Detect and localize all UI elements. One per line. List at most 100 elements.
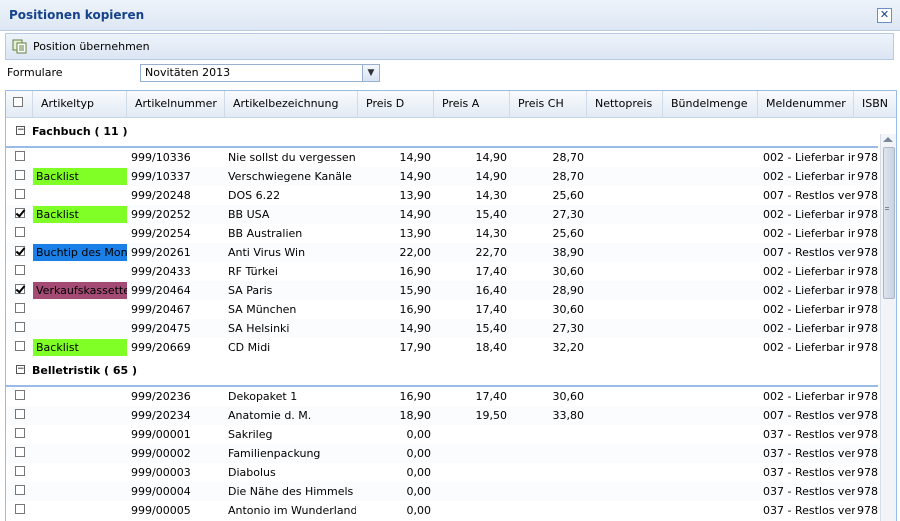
table-row[interactable]: 999/20248 DOS 6.22 13,90 14,30 25,60 007 - Re… — [6, 186, 878, 205]
table-row[interactable]: 999/20254 BB Australien 13,90 14,30 25,60 002… — [6, 224, 878, 243]
cell-preis-a: 17,40 — [475, 303, 508, 316]
row-checkbox[interactable] — [15, 265, 25, 275]
cell-artikelbezeichnung: RF Türkei — [228, 265, 278, 278]
cell-preis-ch — [513, 425, 584, 444]
row-checkbox[interactable] — [15, 409, 25, 419]
collapse-icon[interactable]: − — [16, 126, 25, 135]
cell-preis-d: 0,00 — [406, 447, 432, 460]
table-row[interactable]: 999/20475 SA Helsinki 14,90 15,40 27,30 002 -… — [6, 319, 878, 338]
row-checkbox[interactable] — [15, 227, 25, 237]
select-all-checkbox[interactable] — [13, 97, 23, 107]
cell-isbn: 978 — [857, 284, 878, 297]
row-checkbox[interactable] — [15, 341, 25, 351]
cell-preis-ch: 33,80 — [552, 409, 585, 422]
cell-artikelbezeichnung: BB USA — [228, 208, 270, 221]
table-row[interactable]: Buchtip des Monats 999/20261 Anti Virus Wi… — [6, 243, 878, 262]
artikeltyp-tag: Verkaufskassette — [33, 282, 127, 299]
cell-preis-ch: 38,90 — [552, 246, 585, 259]
vertical-scrollbar[interactable] — [880, 134, 896, 521]
row-checkbox[interactable] — [15, 284, 25, 294]
cell-meldenummer: 037 - Restlos vergri — [763, 428, 855, 441]
close-icon[interactable]: ✕ — [877, 8, 892, 23]
cell-preis-a: 17,40 — [475, 390, 508, 403]
cell-meldenummer: 002 - Lieferbar inne — [763, 208, 855, 221]
cell-preis-ch: 27,30 — [552, 322, 585, 335]
scrollbar-thumb[interactable] — [883, 147, 895, 299]
cell-preis-d: 0,00 — [406, 428, 432, 441]
column-header-meldenummer[interactable]: Meldenummer — [758, 91, 854, 117]
cell-isbn: 978 — [857, 303, 878, 316]
row-checkbox[interactable] — [15, 466, 25, 476]
table-row[interactable]: 999/20234 Anatomie d. M. 18,90 19,50 33,80 00… — [6, 406, 878, 425]
table-row[interactable]: Backlist 999/10337 Verschwiegene Kanäle 14,… — [6, 167, 878, 186]
cell-meldenummer: 002 - Lieferbar inne — [763, 303, 855, 316]
group-title: Fachbuch ( 11 ) — [32, 125, 128, 138]
cell-preis-d: 0,00 — [406, 466, 432, 479]
cell-artikelbezeichnung: Sakrileg — [228, 428, 273, 441]
select-all-header[interactable] — [6, 91, 33, 117]
column-header-isbn[interactable]: ISBN — [854, 91, 896, 117]
collapse-icon[interactable]: − — [16, 365, 25, 374]
column-header-artikeltyp[interactable]: Artikeltyp — [33, 91, 127, 117]
column-header-preis-ch[interactable]: Preis CH — [510, 91, 587, 117]
cell-preis-d: 0,00 — [406, 504, 432, 517]
cell-preis-ch — [513, 501, 584, 520]
column-header-bündelmenge[interactable]: Bündelmenge — [663, 91, 758, 117]
row-checkbox[interactable] — [15, 485, 25, 495]
table-row[interactable]: 999/00003 Diabolus 0,00 037 - Restlos vergr… — [6, 463, 878, 482]
chevron-down-icon[interactable]: ▼ — [362, 65, 379, 81]
cell-meldenummer: 007 - Restlos vergri — [763, 409, 855, 422]
cell-artikelbezeichnung: Die Nähe des Himmels — [228, 485, 354, 498]
table-row[interactable]: Verkaufskassette 999/20464 SA Paris 15,90 16… — [6, 281, 878, 300]
dialog-title: Positionen kopieren — [9, 8, 145, 22]
row-checkbox[interactable] — [15, 303, 25, 313]
row-checkbox[interactable] — [15, 428, 25, 438]
table-row[interactable]: 999/20433 RF Türkei 16,90 17,40 30,60 002 - L… — [6, 262, 878, 281]
take-over-position-button[interactable]: Position übernehmen — [12, 38, 150, 55]
cell-preis-ch: 32,20 — [552, 341, 585, 354]
cell-artikelnummer: 999/00003 — [131, 466, 191, 479]
table-row[interactable]: 999/10336 Nie sollst du vergessen 14,90 14,… — [6, 148, 878, 167]
row-checkbox[interactable] — [15, 208, 25, 218]
cell-artikelnummer: 999/20248 — [131, 189, 191, 202]
cell-preis-a: 16,40 — [475, 284, 508, 297]
cell-artikelnummer: 999/20433 — [131, 265, 191, 278]
row-checkbox[interactable] — [15, 189, 25, 199]
column-header-preis-a[interactable]: Preis A — [434, 91, 510, 117]
cell-meldenummer: 002 - Lieferbar inne — [763, 341, 855, 354]
table-row[interactable]: Backlist 999/20252 BB USA 14,90 15,40 27,30 00… — [6, 205, 878, 224]
group-header[interactable]: − Fachbuch ( 11 ) — [6, 118, 878, 148]
cell-preis-d: 17,90 — [399, 341, 432, 354]
group-header[interactable]: − Belletristik ( 65 ) — [6, 357, 878, 387]
row-checkbox[interactable] — [15, 447, 25, 457]
column-header-nettopreis[interactable]: Nettopreis — [587, 91, 663, 117]
table-row[interactable]: 999/00004 Die Nähe des Himmels 0,00 037 - R… — [6, 482, 878, 501]
cell-preis-a — [436, 463, 507, 482]
row-checkbox[interactable] — [15, 504, 25, 514]
row-checkbox[interactable] — [15, 170, 25, 180]
row-checkbox[interactable] — [15, 246, 25, 256]
formulare-select[interactable]: Novitäten 2013 ▼ — [140, 64, 380, 82]
table-row[interactable]: 999/00001 Sakrileg 0,00 037 - Restlos vergr… — [6, 425, 878, 444]
row-checkbox[interactable] — [15, 322, 25, 332]
cell-preis-d: 16,90 — [399, 303, 432, 316]
row-checkbox[interactable] — [15, 151, 25, 161]
cell-artikelbezeichnung: DOS 6.22 — [228, 189, 281, 202]
cell-artikelnummer: 999/20234 — [131, 409, 191, 422]
column-header-preis-d[interactable]: Preis D — [358, 91, 434, 117]
column-header-artikelbezeichnung[interactable]: Artikelbezeichnung — [225, 91, 358, 117]
table-row[interactable]: Backlist 999/20669 CD Midi 17,90 18,40 32,20 0… — [6, 338, 878, 357]
table-row[interactable]: 999/20236 Dekopaket 1 16,90 17,40 30,60 002 -… — [6, 387, 878, 406]
table-row[interactable]: 999/20467 SA München 16,90 17,40 30,60 002 - … — [6, 300, 878, 319]
cell-meldenummer: 002 - Lieferbar inne — [763, 151, 855, 164]
table-row[interactable]: 999/00002 Familienpackung 0,00 037 - Restlo… — [6, 444, 878, 463]
column-header-artikelnummer[interactable]: Artikelnummer — [127, 91, 225, 117]
take-over-position-label: Position übernehmen — [33, 40, 150, 53]
scroll-up-icon[interactable] — [883, 137, 893, 142]
cell-preis-ch: 27,30 — [552, 208, 585, 221]
row-checkbox[interactable] — [15, 390, 25, 400]
formulare-label: Formulare — [7, 66, 63, 79]
cell-preis-ch — [513, 482, 584, 501]
table-row[interactable]: 999/00005 Antonio im Wunderland 0,00 037 - … — [6, 501, 878, 520]
cell-meldenummer: 037 - Restlos vergri — [763, 466, 855, 479]
